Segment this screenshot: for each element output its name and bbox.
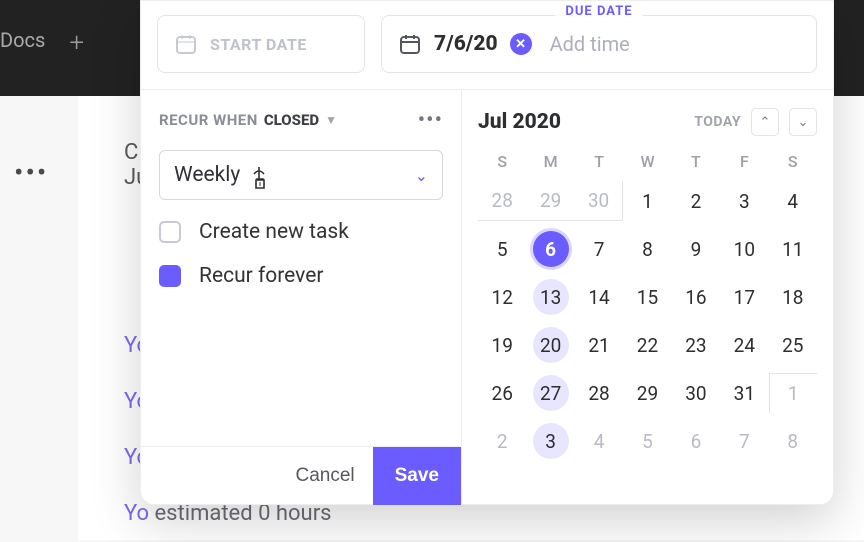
dow-label: S [478, 152, 526, 171]
start-date-placeholder: START DATE [210, 35, 307, 54]
day-of-week-header: SMTWTFS [478, 152, 817, 171]
calendar-day[interactable]: 26 [478, 373, 526, 413]
calendar-day[interactable]: 21 [575, 325, 623, 365]
frequency-value: Weekly [174, 163, 240, 187]
next-month-button[interactable]: ⌄ [789, 108, 817, 136]
dow-label: M [526, 152, 574, 171]
calendar-day[interactable]: 13 [526, 277, 574, 317]
due-date-label: DUE DATE [555, 4, 642, 19]
calendar-day[interactable]: 6 [672, 421, 720, 461]
calendar-day[interactable]: 15 [623, 277, 671, 317]
more-options-icon[interactable]: ••• [418, 108, 443, 133]
calendar-day[interactable]: 17 [720, 277, 768, 317]
calendar-day[interactable]: 1 [623, 181, 671, 221]
calendar-day[interactable]: 22 [623, 325, 671, 365]
start-date-field[interactable]: START DATE [157, 15, 365, 73]
dow-label: T [575, 152, 623, 171]
recur-forever-option[interactable]: Recur forever [141, 264, 461, 288]
dow-label: W [623, 152, 671, 171]
calendar-day[interactable]: 5 [623, 421, 671, 461]
calendar-day[interactable]: 2 [672, 181, 720, 221]
cancel-button[interactable]: Cancel [277, 465, 372, 487]
calendar-day[interactable]: 4 [575, 421, 623, 461]
calendar-day[interactable]: 29 [526, 181, 574, 221]
calendar-day[interactable]: 8 [623, 229, 671, 269]
chevron-down-icon: ▼ [325, 113, 337, 127]
date-picker-popup: START DATE DUE DATE 7/6/20 ✕ Add time RE… [140, 0, 834, 505]
calendar-day[interactable]: 16 [672, 277, 720, 317]
calendar-icon [398, 32, 422, 56]
calendar-day[interactable]: 29 [623, 373, 671, 413]
recurrence-panel: RECUR WHEN CLOSED ▼ ••• Weekly ⌄ Create … [141, 89, 461, 504]
calendar-day[interactable]: 30 [672, 373, 720, 413]
checkbox-unchecked-icon[interactable] [159, 221, 181, 243]
calendar-day[interactable]: 3 [720, 181, 768, 221]
calendar-day[interactable]: 24 [720, 325, 768, 365]
calendar-day[interactable]: 4 [769, 181, 817, 221]
calendar-day[interactable]: 25 [769, 325, 817, 365]
calendar-day[interactable]: 7 [575, 229, 623, 269]
calendar-day[interactable]: 1 [769, 373, 817, 413]
dow-label: S [769, 152, 817, 171]
calendar-day[interactable]: 28 [575, 373, 623, 413]
calendar-day[interactable]: 2 [478, 421, 526, 461]
calendar-day[interactable]: 3 [526, 421, 574, 461]
calendar-day[interactable]: 28 [478, 181, 526, 221]
calendar-panel: Jul 2020 TODAY ⌃ ⌄ SMTWTFS 2829301234567… [461, 89, 833, 504]
calendar-day[interactable]: 20 [526, 325, 574, 365]
calendar-day[interactable]: 19 [478, 325, 526, 365]
calendar-day[interactable]: 8 [769, 421, 817, 461]
save-button[interactable]: Save [373, 447, 461, 505]
due-date-value: 7/6/20 [434, 32, 498, 56]
more-icon[interactable]: ••• [14, 156, 48, 189]
calendar-day[interactable]: 10 [720, 229, 768, 269]
calendar-day[interactable]: 6 [526, 229, 574, 269]
prev-month-button[interactable]: ⌃ [751, 108, 779, 136]
create-new-task-option[interactable]: Create new task [141, 220, 461, 244]
calendar-day[interactable]: 18 [769, 277, 817, 317]
due-date-field[interactable]: DUE DATE 7/6/20 ✕ Add time [381, 15, 817, 73]
cursor-icon [250, 165, 274, 195]
calendar-day[interactable]: 7 [720, 421, 768, 461]
calendar-day[interactable]: 11 [769, 229, 817, 269]
calendar-day[interactable]: 31 [720, 373, 768, 413]
calendar-day[interactable]: 5 [478, 229, 526, 269]
calendar-icon [174, 32, 198, 56]
calendar-day[interactable]: 27 [526, 373, 574, 413]
calendar-day[interactable]: 23 [672, 325, 720, 365]
add-time-button[interactable]: Add time [550, 32, 630, 56]
dow-label: F [720, 152, 768, 171]
recur-status-dropdown[interactable]: CLOSED [264, 111, 319, 129]
calendar-day[interactable]: 12 [478, 277, 526, 317]
calendar-day[interactable]: 9 [672, 229, 720, 269]
calendar-day[interactable]: 14 [575, 277, 623, 317]
calendar-day[interactable]: 30 [575, 181, 623, 221]
recur-when-label: RECUR WHEN [159, 111, 258, 129]
frequency-select[interactable]: Weekly ⌄ [159, 150, 443, 200]
today-button[interactable]: TODAY [694, 114, 741, 130]
dow-label: T [672, 152, 720, 171]
clear-due-date-icon[interactable]: ✕ [510, 33, 532, 55]
checkbox-checked-icon[interactable] [159, 265, 181, 287]
calendar-grid: 2829301234567891011121314151617181920212… [478, 181, 817, 461]
chevron-down-icon: ⌄ [415, 166, 428, 185]
calendar-month-label: Jul 2020 [478, 110, 561, 134]
